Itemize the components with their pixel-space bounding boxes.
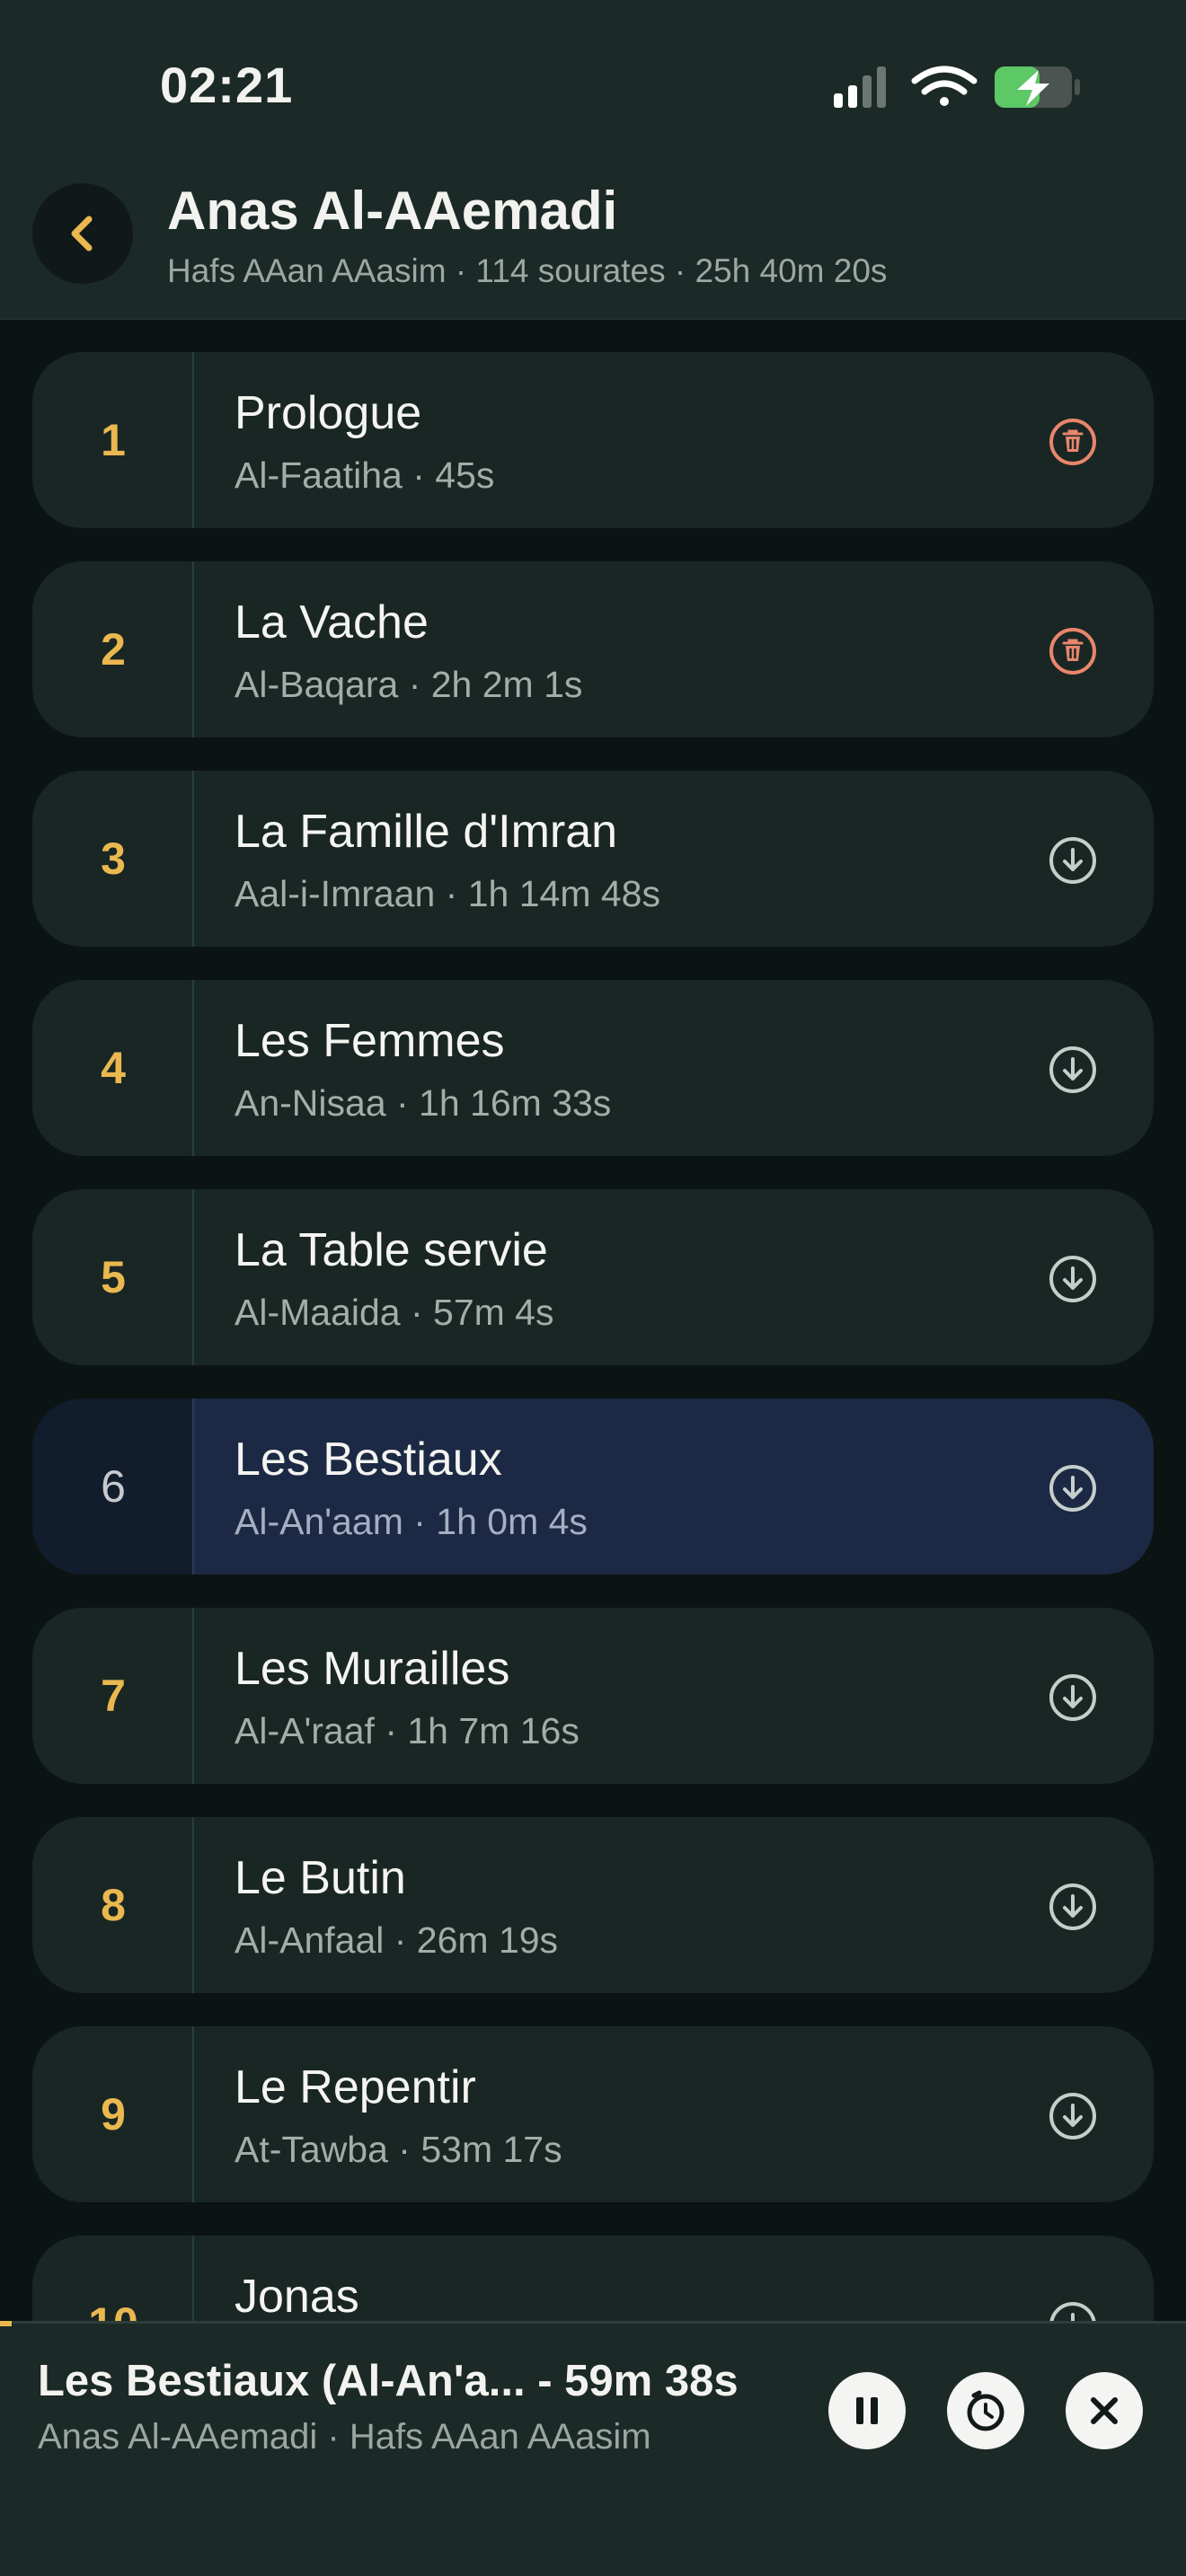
delete-button[interactable]	[1048, 626, 1098, 676]
download-button[interactable]	[1048, 835, 1098, 886]
surah-number-cell: 3	[32, 771, 194, 947]
trash-icon	[1048, 419, 1098, 471]
surah-number: 9	[101, 2089, 126, 2139]
battery-charging-icon	[995, 66, 1080, 108]
surah-number: 7	[101, 1671, 126, 1721]
status-icons	[827, 63, 1096, 111]
top-bar: 02:21 Anas Al-AAemadi Hafs AAan AAasim ·…	[0, 0, 1186, 320]
player-track-subtitle: Anas Al-AAemadi · Hafs AAan AAasim	[38, 2417, 651, 2457]
surah-number-cell: 2	[32, 561, 194, 737]
download-icon	[1048, 1256, 1098, 1308]
surah-number-cell: 6	[32, 1398, 194, 1575]
surah-row[interactable]: 10 Jonas	[32, 2236, 1154, 2321]
surah-number-cell: 9	[32, 2026, 194, 2202]
surah-number: 10	[32, 2236, 194, 2321]
surah-number-cell: 8	[32, 1817, 194, 1993]
download-icon	[1048, 1674, 1098, 1726]
surah-number: 1	[101, 415, 126, 465]
surah-title: Le Repentir	[235, 2061, 476, 2113]
sleep-timer-button[interactable]	[947, 2372, 1024, 2449]
surah-title: La Table servie	[235, 1224, 548, 1276]
surah-row[interactable]: 6 Les Bestiaux Al-An'aam · 1h 0m 4s	[32, 1398, 1154, 1575]
surah-title: Prologue	[235, 387, 422, 439]
surah-row[interactable]: 1 Prologue Al-Faatiha · 45s	[32, 352, 1154, 528]
player-track-title: Les Bestiaux (Al-An'a... - 59m 38s	[38, 2357, 739, 2405]
close-icon	[1091, 2397, 1118, 2424]
surah-number: 4	[101, 1043, 126, 1093]
surah-title: La Famille d'Imran	[235, 806, 618, 858]
delete-button[interactable]	[1048, 417, 1098, 467]
surah-title: Jonas	[235, 2271, 359, 2321]
surah-row[interactable]: 7 Les Murailles Al-A'raaf · 1h 7m 16s	[32, 1608, 1154, 1784]
chevron-left-icon	[71, 216, 93, 251]
surah-title: Le Butin	[235, 1852, 406, 1904]
surah-row[interactable]: 4 Les Femmes An-Nisaa · 1h 16m 33s	[32, 980, 1154, 1156]
surah-subtitle: Aal-i-Imraan · 1h 14m 48s	[235, 873, 660, 914]
surah-subtitle: Al-Faatiha · 45s	[235, 454, 495, 496]
surah-subtitle: Al-Baqara · 2h 2m 1s	[235, 664, 583, 705]
surah-title: Les Femmes	[235, 1015, 505, 1067]
download-button[interactable]	[1048, 1882, 1098, 1932]
mini-player[interactable]: Les Bestiaux (Al-An'a... - 59m 38s Anas …	[0, 2321, 1186, 2576]
surah-number-cell: 7	[32, 1608, 194, 1784]
pause-icon	[856, 2397, 878, 2424]
surah-title: La Vache	[235, 596, 429, 648]
pause-button[interactable]	[828, 2372, 906, 2449]
download-button[interactable]	[1048, 2091, 1098, 2141]
back-button[interactable]	[32, 183, 133, 284]
download-icon	[1048, 2093, 1098, 2145]
download-button[interactable]	[1048, 1463, 1098, 1513]
download-icon	[1048, 837, 1098, 889]
surah-number: 5	[101, 1252, 126, 1302]
surah-number-cell: 1	[32, 352, 194, 528]
surah-number: 3	[101, 834, 126, 884]
surah-list[interactable]: 1 Prologue Al-Faatiha · 45s 2 La Vache Al-Baq…	[0, 320, 1186, 2321]
download-button[interactable]	[1048, 1672, 1098, 1723]
cellular-signal-icon	[834, 66, 886, 108]
download-button[interactable]	[1048, 2300, 1098, 2321]
surah-number-cell: 5	[32, 1189, 194, 1365]
status-time: 02:21	[160, 57, 294, 113]
surah-subtitle: At-Tawba · 53m 17s	[235, 2129, 562, 2170]
page-title: Anas Al-AAemadi	[167, 181, 618, 241]
surah-number: 2	[101, 624, 126, 675]
page-subtitle: Hafs AAan AAasim · 114 sourates · 25h 40…	[167, 252, 888, 289]
surah-row[interactable]: 5 La Table servie Al-Maaida · 57m 4s	[32, 1189, 1154, 1365]
surah-subtitle: Al-Maaida · 57m 4s	[235, 1292, 554, 1333]
download-icon	[1048, 1465, 1098, 1517]
surah-row[interactable]: 2 La Vache Al-Baqara · 2h 2m 1s	[32, 561, 1154, 737]
surah-row[interactable]: 8 Le Butin Al-Anfaal · 26m 19s	[32, 1817, 1154, 1993]
close-button[interactable]	[1066, 2372, 1143, 2449]
trash-icon	[1048, 628, 1098, 680]
player-progress-bar	[0, 2321, 12, 2326]
surah-subtitle: Al-Anfaal · 26m 19s	[235, 1919, 559, 1961]
download-icon	[1048, 1883, 1098, 1936]
surah-number: 8	[101, 1880, 126, 1930]
wifi-icon	[911, 66, 978, 106]
download-button[interactable]	[1048, 1254, 1098, 1304]
surah-subtitle: An-Nisaa · 1h 16m 33s	[235, 1082, 612, 1124]
surah-row[interactable]: 9 Le Repentir At-Tawba · 53m 17s	[32, 2026, 1154, 2202]
surah-number-cell: 4	[32, 980, 194, 1156]
sleep-timer-icon	[967, 2390, 1005, 2431]
surah-subtitle: Al-A'raaf · 1h 7m 16s	[235, 1710, 580, 1751]
surah-row[interactable]: 3 La Famille d'Imran Aal-i-Imraan · 1h 14m…	[32, 771, 1154, 947]
surah-subtitle: Al-An'aam · 1h 0m 4s	[235, 1501, 588, 1542]
download-button[interactable]	[1048, 1045, 1098, 1095]
surah-title: Les Bestiaux	[235, 1434, 502, 1486]
surah-number: 6	[101, 1461, 126, 1512]
surah-number-cell: 10	[32, 2236, 194, 2321]
surah-title: Les Murailles	[235, 1643, 510, 1695]
download-icon	[1048, 1046, 1098, 1098]
